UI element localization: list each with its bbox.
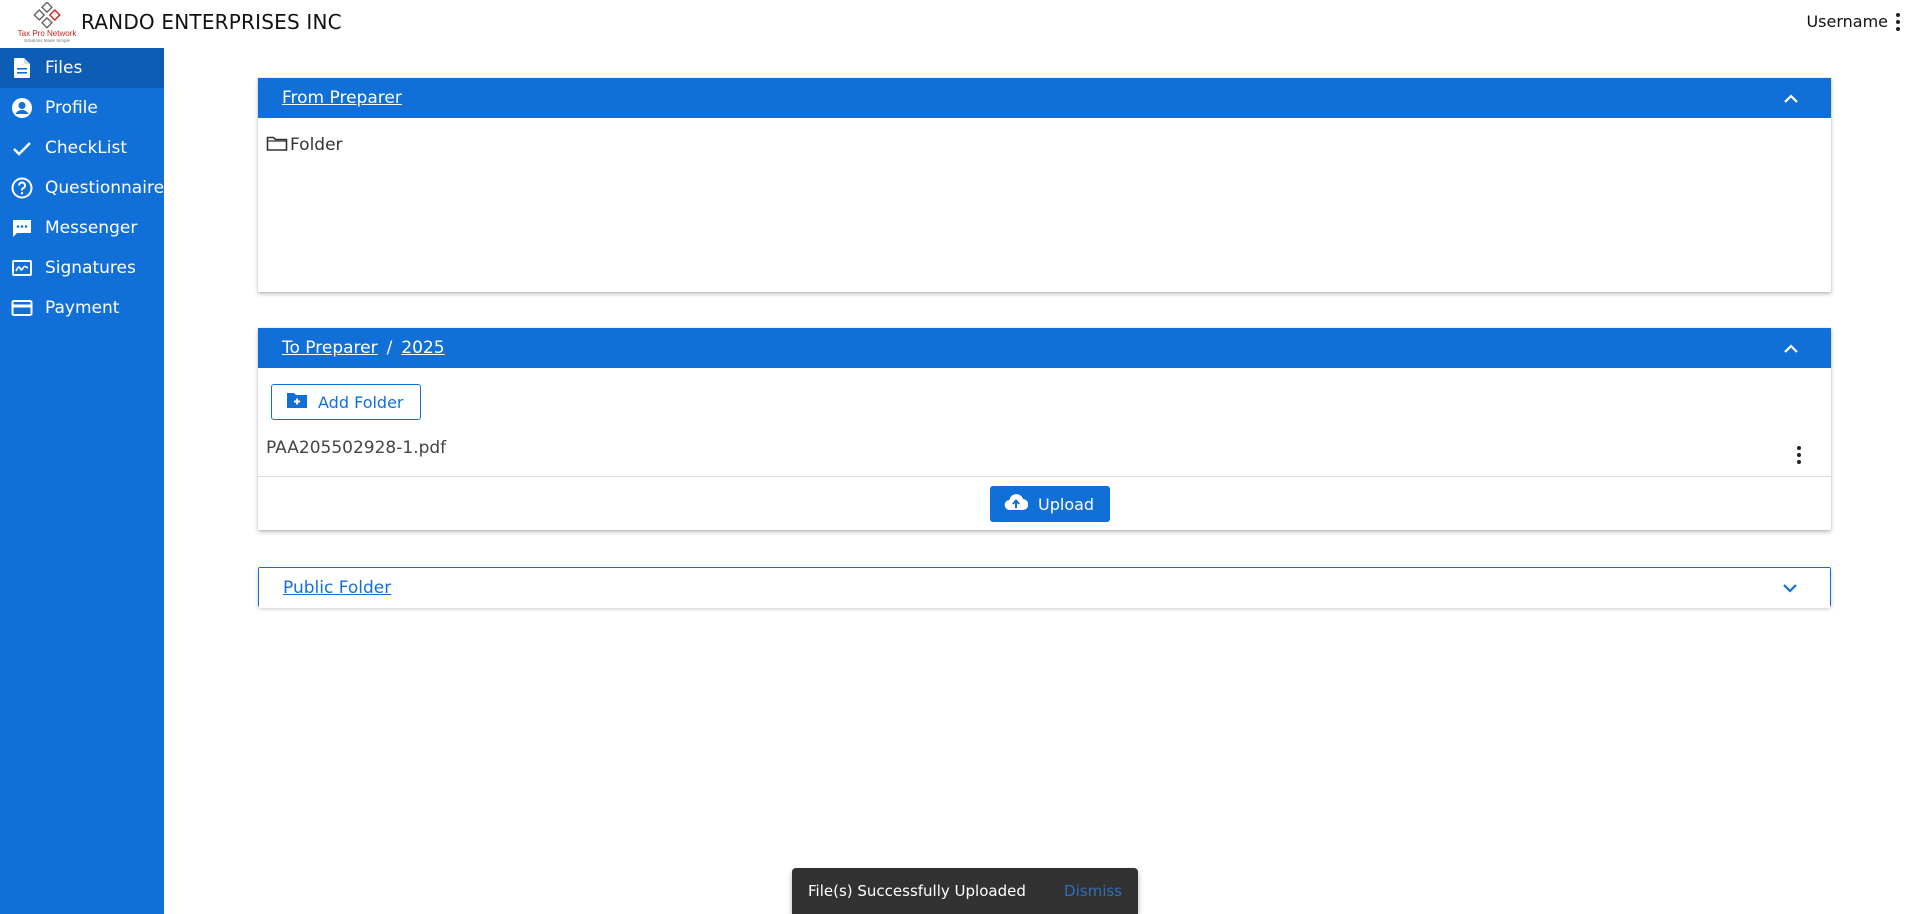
sidebar-item-label: Payment xyxy=(45,298,120,318)
public-folder-title-link[interactable]: Public Folder xyxy=(283,578,391,598)
sidebar-item-label: Files xyxy=(45,58,83,78)
sidebar-item-label: Signatures xyxy=(45,258,136,278)
to-preparer-panel: To Preparer / 2025 Add Folder PAA2055029… xyxy=(258,328,1831,530)
sidebar: Files Profile CheckList Questionnaire Me… xyxy=(0,48,164,914)
sidebar-item-label: Questionnaire xyxy=(45,178,165,198)
to-preparer-header: To Preparer / 2025 xyxy=(258,328,1831,368)
snackbar: File(s) Successfully Uploaded Dismiss xyxy=(792,868,1138,914)
file-more-vert-icon[interactable] xyxy=(1795,446,1803,464)
top-header: Tax Pro Network Solutions Made Simple RA… xyxy=(0,0,1920,48)
file-name[interactable]: PAA205502928-1.pdf xyxy=(266,438,446,458)
sidebar-item-files[interactable]: Files xyxy=(0,48,164,88)
credit-card-icon xyxy=(11,297,33,319)
public-folder-header: Public Folder xyxy=(259,568,1830,608)
person-circle-icon xyxy=(11,97,33,119)
sidebar-item-checklist[interactable]: CheckList xyxy=(0,128,164,168)
snackbar-message: File(s) Successfully Uploaded xyxy=(808,882,1026,900)
from-preparer-title-link[interactable]: From Preparer xyxy=(282,88,402,108)
sidebar-item-messenger[interactable]: Messenger xyxy=(0,208,164,248)
sidebar-item-profile[interactable]: Profile xyxy=(0,88,164,128)
breadcrumb-2025[interactable]: 2025 xyxy=(401,338,444,358)
file-icon xyxy=(11,57,33,79)
dismiss-button[interactable]: Dismiss xyxy=(1064,882,1122,900)
chevron-up-icon[interactable] xyxy=(1781,338,1801,358)
sidebar-item-label: CheckList xyxy=(45,138,128,158)
more-vert-icon[interactable] xyxy=(1894,12,1902,31)
sidebar-item-signatures[interactable]: Signatures xyxy=(0,248,164,288)
logo-tagline: Solutions Made Simple xyxy=(24,38,71,43)
sidebar-item-label: Messenger xyxy=(45,218,138,238)
breadcrumb-separator: / xyxy=(386,338,393,358)
company-name: RANDO ENTERPRISES INC xyxy=(81,10,342,34)
sidebar-item-label: Profile xyxy=(45,98,98,118)
file-row: PAA205502928-1.pdf xyxy=(258,431,1831,477)
logo-brand: Tax Pro Network xyxy=(18,29,78,38)
from-preparer-panel: From Preparer Folder xyxy=(258,78,1831,292)
add-folder-button[interactable]: Add Folder xyxy=(271,384,421,420)
diamond-logo-icon: Tax Pro Network Solutions Made Simple xyxy=(18,2,78,43)
public-folder-panel: Public Folder xyxy=(258,567,1831,608)
signature-icon xyxy=(11,257,33,279)
folder-icon xyxy=(266,134,288,156)
create-folder-icon xyxy=(286,391,308,413)
breadcrumb-to-preparer[interactable]: To Preparer xyxy=(282,338,378,358)
sidebar-item-questionnaire[interactable]: Questionnaire xyxy=(0,168,164,208)
chat-icon xyxy=(11,217,33,239)
cloud-upload-icon xyxy=(1004,493,1029,515)
user-menu[interactable]: Username xyxy=(1806,12,1902,31)
company-logo[interactable]: Tax Pro Network Solutions Made Simple xyxy=(14,2,80,44)
question-circle-icon xyxy=(11,177,33,199)
folder-item[interactable]: Folder xyxy=(266,134,1823,156)
sidebar-item-payment[interactable]: Payment xyxy=(0,288,164,328)
chevron-up-icon[interactable] xyxy=(1781,88,1801,108)
folder-name: Folder xyxy=(290,135,343,155)
chevron-down-icon[interactable] xyxy=(1780,578,1800,598)
from-preparer-header: From Preparer xyxy=(258,78,1831,118)
upload-button[interactable]: Upload xyxy=(990,486,1111,522)
upload-label: Upload xyxy=(1038,494,1095,514)
add-folder-label: Add Folder xyxy=(318,392,404,412)
username-label: Username xyxy=(1806,12,1888,31)
check-icon xyxy=(11,137,33,159)
